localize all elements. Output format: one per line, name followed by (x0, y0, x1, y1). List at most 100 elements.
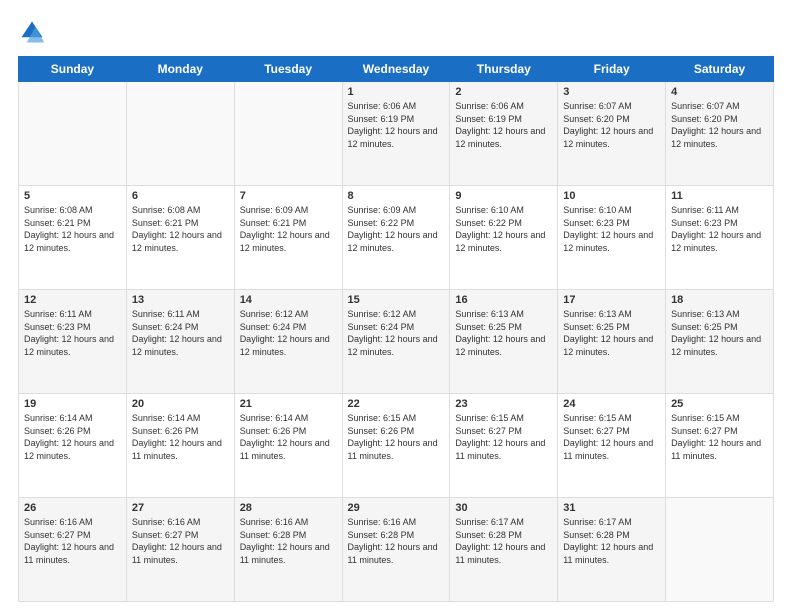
day-cell: 20 Sunrise: 6:14 AM Sunset: 6:26 PM Dayli… (126, 394, 234, 498)
day-cell (234, 82, 342, 186)
day-number: 19 (24, 398, 121, 410)
day-number: 3 (563, 86, 660, 98)
day-cell: 31Sunrise: 6:17 AM Sunset: 6:28 PM Dayli… (558, 498, 666, 602)
day-info: Sunrise: 6:10 AM Sunset: 6:23 PM Dayligh… (563, 204, 660, 254)
day-info: Sunrise: 6:15 AM Sunset: 6:26 PM Dayligh… (348, 412, 445, 462)
day-info: Sunrise: 6:13 AM Sunset: 6:25 PM Dayligh… (671, 308, 768, 358)
day-cell (126, 82, 234, 186)
day-cell: 7Sunrise: 6:09 AM Sunset: 6:21 PM Daylig… (234, 186, 342, 290)
day-info: Sunrise: 6:14 AM Sunset: 6:26 PM Dayligh… (240, 412, 337, 462)
day-info: Sunrise: 6:16 AM Sunset: 6:27 PM Dayligh… (24, 516, 121, 566)
day-info: Sunrise: 6:10 AM Sunset: 6:22 PM Dayligh… (455, 204, 552, 254)
week-row-3: 19 Sunrise: 6:14 AM Sunset: 6:26 PM Dayli… (19, 394, 774, 498)
day-number: 24 (563, 398, 660, 410)
day-info: Sunrise: 6:06 AM Sunset: 6:19 PM Dayligh… (455, 100, 552, 150)
day-cell: 9 Sunrise: 6:10 AM Sunset: 6:22 PM Daylig… (450, 186, 558, 290)
day-number: 15 (348, 294, 445, 306)
day-number: 30 (455, 502, 552, 514)
day-info: Sunrise: 6:11 AM Sunset: 6:23 PM Dayligh… (24, 308, 121, 358)
day-cell: 10 Sunrise: 6:10 AM Sunset: 6:23 PM Dayli… (558, 186, 666, 290)
day-number: 21 (240, 398, 337, 410)
day-number: 13 (132, 294, 229, 306)
day-number: 22 (348, 398, 445, 410)
day-cell: 1 Sunrise: 6:06 AM Sunset: 6:19 PM Daylig… (342, 82, 450, 186)
day-header-monday: Monday (126, 57, 234, 82)
day-cell: 27Sunrise: 6:16 AM Sunset: 6:27 PM Dayli… (126, 498, 234, 602)
day-cell: 22 Sunrise: 6:15 AM Sunset: 6:26 PM Dayli… (342, 394, 450, 498)
day-number: 27 (132, 502, 229, 514)
day-info: Sunrise: 6:16 AM Sunset: 6:28 PM Dayligh… (240, 516, 337, 566)
day-number: 29 (348, 502, 445, 514)
day-cell: 12 Sunrise: 6:11 AM Sunset: 6:23 PM Dayli… (19, 290, 127, 394)
day-cell: 15 Sunrise: 6:12 AM Sunset: 6:24 PM Dayli… (342, 290, 450, 394)
day-info: Sunrise: 6:13 AM Sunset: 6:25 PM Dayligh… (563, 308, 660, 358)
week-row-1: 5 Sunrise: 6:08 AM Sunset: 6:21 PM Daylig… (19, 186, 774, 290)
day-cell: 11Sunrise: 6:11 AM Sunset: 6:23 PM Dayli… (666, 186, 774, 290)
day-number: 16 (455, 294, 552, 306)
header (18, 18, 774, 46)
day-info: Sunrise: 6:17 AM Sunset: 6:28 PM Dayligh… (563, 516, 660, 566)
day-info: Sunrise: 6:16 AM Sunset: 6:28 PM Dayligh… (348, 516, 445, 566)
day-header-wednesday: Wednesday (342, 57, 450, 82)
day-info: Sunrise: 6:17 AM Sunset: 6:28 PM Dayligh… (455, 516, 552, 566)
day-cell: 23 Sunrise: 6:15 AM Sunset: 6:27 PM Dayli… (450, 394, 558, 498)
day-cell: 13Sunrise: 6:11 AM Sunset: 6:24 PM Dayli… (126, 290, 234, 394)
day-info: Sunrise: 6:12 AM Sunset: 6:24 PM Dayligh… (348, 308, 445, 358)
day-number: 10 (563, 190, 660, 202)
day-number: 23 (455, 398, 552, 410)
day-number: 17 (563, 294, 660, 306)
day-header-saturday: Saturday (666, 57, 774, 82)
day-header-thursday: Thursday (450, 57, 558, 82)
day-info: Sunrise: 6:14 AM Sunset: 6:26 PM Dayligh… (132, 412, 229, 462)
week-row-4: 26 Sunrise: 6:16 AM Sunset: 6:27 PM Dayli… (19, 498, 774, 602)
header-row: SundayMondayTuesdayWednesdayThursdayFrid… (19, 57, 774, 82)
day-info: Sunrise: 6:13 AM Sunset: 6:25 PM Dayligh… (455, 308, 552, 358)
day-number: 18 (671, 294, 768, 306)
day-cell (19, 82, 127, 186)
day-cell: 6Sunrise: 6:08 AM Sunset: 6:21 PM Daylig… (126, 186, 234, 290)
day-info: Sunrise: 6:08 AM Sunset: 6:21 PM Dayligh… (132, 204, 229, 254)
day-cell: 3Sunrise: 6:07 AM Sunset: 6:20 PM Daylig… (558, 82, 666, 186)
day-header-sunday: Sunday (19, 57, 127, 82)
day-info: Sunrise: 6:11 AM Sunset: 6:23 PM Dayligh… (671, 204, 768, 254)
calendar-table: SundayMondayTuesdayWednesdayThursdayFrid… (18, 56, 774, 602)
day-cell: 30 Sunrise: 6:17 AM Sunset: 6:28 PM Dayli… (450, 498, 558, 602)
day-number: 5 (24, 190, 121, 202)
day-cell: 25 Sunrise: 6:15 AM Sunset: 6:27 PM Dayli… (666, 394, 774, 498)
day-number: 2 (455, 86, 552, 98)
day-info: Sunrise: 6:15 AM Sunset: 6:27 PM Dayligh… (563, 412, 660, 462)
day-cell: 2 Sunrise: 6:06 AM Sunset: 6:19 PM Daylig… (450, 82, 558, 186)
day-info: Sunrise: 6:06 AM Sunset: 6:19 PM Dayligh… (348, 100, 445, 150)
week-row-0: 1 Sunrise: 6:06 AM Sunset: 6:19 PM Daylig… (19, 82, 774, 186)
day-number: 12 (24, 294, 121, 306)
day-number: 25 (671, 398, 768, 410)
day-cell: 4 Sunrise: 6:07 AM Sunset: 6:20 PM Daylig… (666, 82, 774, 186)
day-info: Sunrise: 6:12 AM Sunset: 6:24 PM Dayligh… (240, 308, 337, 358)
day-number: 8 (348, 190, 445, 202)
day-number: 9 (455, 190, 552, 202)
day-cell: 17 Sunrise: 6:13 AM Sunset: 6:25 PM Dayli… (558, 290, 666, 394)
day-cell: 29 Sunrise: 6:16 AM Sunset: 6:28 PM Dayli… (342, 498, 450, 602)
calendar-body: 1 Sunrise: 6:06 AM Sunset: 6:19 PM Daylig… (19, 82, 774, 602)
day-cell (666, 498, 774, 602)
day-number: 20 (132, 398, 229, 410)
day-cell: 26 Sunrise: 6:16 AM Sunset: 6:27 PM Dayli… (19, 498, 127, 602)
day-header-friday: Friday (558, 57, 666, 82)
day-number: 14 (240, 294, 337, 306)
day-cell: 18 Sunrise: 6:13 AM Sunset: 6:25 PM Dayli… (666, 290, 774, 394)
page: SundayMondayTuesdayWednesdayThursdayFrid… (0, 0, 792, 612)
day-info: Sunrise: 6:07 AM Sunset: 6:20 PM Dayligh… (671, 100, 768, 150)
day-number: 1 (348, 86, 445, 98)
day-number: 28 (240, 502, 337, 514)
day-info: Sunrise: 6:15 AM Sunset: 6:27 PM Dayligh… (671, 412, 768, 462)
day-cell: 28 Sunrise: 6:16 AM Sunset: 6:28 PM Dayli… (234, 498, 342, 602)
day-header-tuesday: Tuesday (234, 57, 342, 82)
day-cell: 19 Sunrise: 6:14 AM Sunset: 6:26 PM Dayli… (19, 394, 127, 498)
day-info: Sunrise: 6:09 AM Sunset: 6:22 PM Dayligh… (348, 204, 445, 254)
day-info: Sunrise: 6:14 AM Sunset: 6:26 PM Dayligh… (24, 412, 121, 462)
day-cell: 16 Sunrise: 6:13 AM Sunset: 6:25 PM Dayli… (450, 290, 558, 394)
day-number: 4 (671, 86, 768, 98)
day-info: Sunrise: 6:15 AM Sunset: 6:27 PM Dayligh… (455, 412, 552, 462)
day-number: 26 (24, 502, 121, 514)
logo-icon (18, 18, 46, 46)
